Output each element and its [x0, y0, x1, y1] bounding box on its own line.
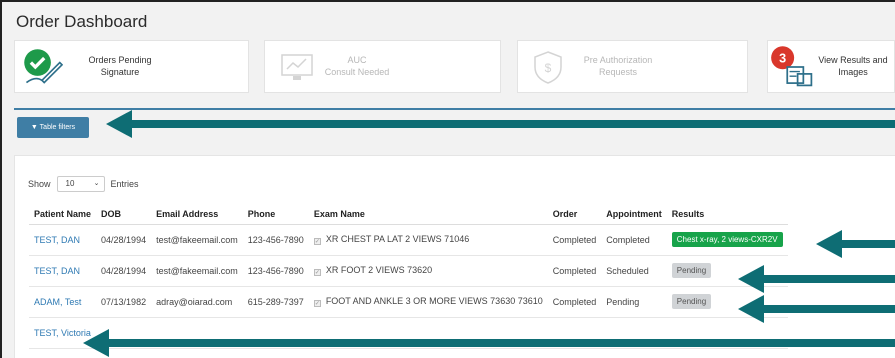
- exam-checkbox[interactable]: ✓: [313, 269, 321, 276]
- entries-label: Entries: [110, 179, 139, 189]
- exam-name: FOOT AND ANKLE 3 OR MORE VIEWS 73630 736…: [325, 296, 543, 306]
- section-divider: [14, 108, 895, 110]
- card-auc-consult-needed[interactable]: AUC Consult Needed: [264, 40, 501, 93]
- phone-cell: 615-289-7397: [242, 286, 309, 318]
- email-cell: adray@oiarad.com: [151, 286, 243, 318]
- column-header-exam-name[interactable]: Exam Name: [308, 204, 548, 225]
- card-label-line2: Images: [838, 67, 868, 77]
- annotation-arrow-patient: [83, 329, 895, 357]
- table-filters-label: Table filters: [39, 124, 76, 131]
- dob-cell: 04/28/1994: [96, 224, 152, 256]
- results-cell: Chest x-ray, 2 views-CXR2V: [666, 224, 788, 256]
- patient-name-link[interactable]: TEST, DAN: [29, 255, 97, 287]
- email-cell: test@fakeemail.com: [151, 224, 243, 256]
- appointment-cell: Completed: [601, 224, 667, 256]
- entries-control: Show 10 ⌄ Entries: [28, 176, 139, 192]
- filter-icon: ▼: [30, 124, 38, 131]
- card-label-line1: Pre Authorization: [583, 55, 653, 65]
- exam-cell: ✓ XR CHEST PA LAT 2 VIEWS 71046: [308, 224, 548, 256]
- order-cell: Completed: [547, 286, 602, 318]
- column-header-order[interactable]: Order: [547, 204, 602, 225]
- result-badge: Pending: [671, 294, 712, 309]
- chevron-down-icon: ⌄: [93, 180, 100, 187]
- check-pen-icon: [24, 49, 63, 84]
- result-badge: Pending: [671, 263, 712, 278]
- show-label: Show: [28, 179, 51, 189]
- exam-cell: ✓ FOOT AND ANKLE 3 OR MORE VIEWS 73630 73…: [308, 286, 548, 318]
- email-cell: test@fakeemail.com: [151, 255, 243, 287]
- card-label-line2: Consult Needed: [324, 67, 390, 77]
- results-image-icon: 3: [771, 46, 813, 87]
- table-filters-button[interactable]: ▼ Table filters: [17, 117, 89, 138]
- annotation-arrow-pending: [738, 265, 895, 293]
- svg-text:$: $: [545, 61, 552, 75]
- appointment-cell: Scheduled: [601, 255, 667, 287]
- table-row: ADAM, Test 07/13/1982 adray@oiarad.com 6…: [29, 286, 788, 318]
- page-title: Order Dashboard: [16, 12, 148, 31]
- entries-select[interactable]: 10 ⌄: [56, 176, 105, 192]
- exam-checkbox[interactable]: ✓: [313, 238, 321, 245]
- monitor-chart-icon: [281, 54, 313, 80]
- column-header-results[interactable]: Results: [666, 204, 788, 225]
- card-label-line1: AUC: [347, 55, 367, 65]
- patient-name-link[interactable]: TEST, DAN: [29, 224, 97, 256]
- entries-select-value: 10: [65, 179, 75, 188]
- annotation-arrow-pending: [738, 295, 895, 323]
- card-label-line2: Signature: [100, 67, 140, 77]
- card-pre-authorization-requests[interactable]: $ Pre Authorization Requests: [517, 40, 748, 93]
- column-header-phone[interactable]: Phone: [242, 204, 309, 225]
- column-header-email[interactable]: Email Address: [151, 204, 243, 225]
- result-badge[interactable]: Chest x-ray, 2 views-CXR2V: [671, 232, 783, 247]
- card-orders-pending-signature[interactable]: Orders Pending Signature: [14, 40, 249, 93]
- table-header-row: Patient Name DOB Email Address Phone Exa…: [29, 204, 788, 225]
- shield-dollar-icon: $: [534, 51, 562, 84]
- exam-checkbox[interactable]: ✓: [313, 300, 321, 307]
- orders-table: Patient Name DOB Email Address Phone Exa…: [29, 204, 788, 349]
- phone-cell: 123-456-7890: [242, 255, 309, 287]
- order-cell: Completed: [547, 224, 602, 256]
- exam-name: XR FOOT 2 VIEWS 73620: [325, 265, 433, 275]
- table-row: TEST, DAN 04/28/1994 test@fakeemail.com …: [29, 255, 788, 287]
- order-cell: Completed: [547, 255, 602, 287]
- column-header-appointment[interactable]: Appointment: [601, 204, 667, 225]
- column-header-patient-name[interactable]: Patient Name: [29, 204, 97, 225]
- annotation-arrow-filters: [106, 110, 895, 138]
- card-label-line1: Orders Pending: [88, 55, 152, 65]
- dob-cell: 07/13/1982: [96, 286, 152, 318]
- card-view-results-images[interactable]: 3 View Results and Images: [767, 40, 895, 93]
- card-label-line1: View Results and: [818, 55, 888, 65]
- patient-name-link[interactable]: ADAM, Test: [29, 286, 97, 318]
- column-header-dob[interactable]: DOB: [96, 204, 152, 225]
- card-label-line2: Requests: [598, 67, 638, 77]
- dob-cell: 04/28/1994: [96, 255, 152, 287]
- exam-name: XR CHEST PA LAT 2 VIEWS 71046: [325, 234, 470, 244]
- table-row: TEST, DAN 04/28/1994 test@fakeemail.com …: [29, 224, 788, 256]
- appointment-cell: Pending: [601, 286, 667, 318]
- results-count-badge: 3: [779, 51, 786, 65]
- annotation-arrow-result: [816, 230, 895, 258]
- phone-cell: 123-456-7890: [242, 224, 309, 256]
- exam-cell: ✓ XR FOOT 2 VIEWS 73620: [308, 255, 548, 287]
